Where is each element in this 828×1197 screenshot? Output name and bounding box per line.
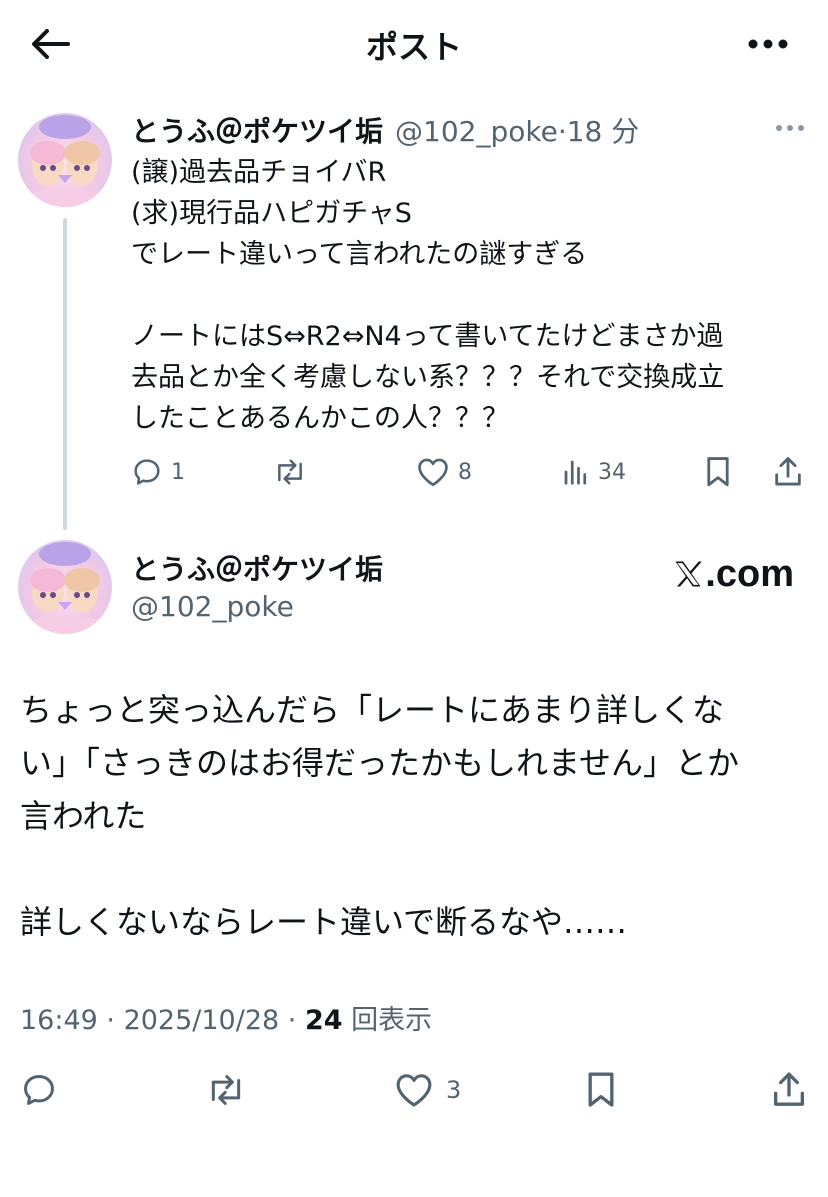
more-options-button[interactable] bbox=[744, 26, 792, 62]
views-count: 24 bbox=[304, 1005, 343, 1036]
reply-post-text: (譲)過去品チョイバR (求)現行品ハピガチャS でレート違いって言われたの謎す… bbox=[131, 152, 811, 439]
post-date[interactable]: 2025/10/28 bbox=[124, 1005, 280, 1036]
post-meta: 16:49 · 2025/10/28 · 24 回表示 bbox=[20, 998, 432, 1037]
separator: · bbox=[557, 115, 567, 148]
repost-icon bbox=[211, 1075, 241, 1105]
repost-icon bbox=[278, 459, 302, 485]
page-title: ポスト bbox=[365, 28, 462, 66]
text-line bbox=[131, 275, 811, 316]
text-line: (譲)過去品チョイバR bbox=[131, 157, 387, 188]
display-name[interactable]: とうふ＠ポケツイ垢 bbox=[131, 110, 383, 150]
more-horizontal-icon bbox=[776, 125, 804, 131]
like-count: 8 bbox=[458, 459, 472, 485]
avatar[interactable] bbox=[18, 113, 112, 207]
text-line: い」「さっきのはお得だったかもしれません」とか bbox=[20, 744, 740, 782]
text-line: 詳しくないならレート違いで断るなや…… bbox=[20, 903, 628, 941]
post-more-button[interactable] bbox=[774, 116, 806, 140]
more-horizontal-icon bbox=[748, 39, 788, 49]
text-line: 去品とか全く考慮しない系？？？それで交換成立 bbox=[131, 362, 725, 393]
meta-separator: · bbox=[279, 1005, 305, 1036]
text-line: したことあるんかこの人？？？ bbox=[131, 403, 509, 434]
handle[interactable]: @102_poke bbox=[395, 115, 558, 148]
avatar[interactable] bbox=[18, 540, 112, 634]
bookmark-button[interactable] bbox=[703, 448, 733, 496]
post-time[interactable]: 16:49 bbox=[20, 1005, 98, 1036]
reply-icon bbox=[24, 1075, 54, 1105]
top-bar: ポスト bbox=[0, 0, 828, 90]
reply-button[interactable]: 1 bbox=[131, 448, 185, 496]
reply-post-header: とうふ＠ポケツイ垢 @102_poke · 18 分 bbox=[131, 110, 639, 148]
text-line: 言われた bbox=[20, 797, 147, 835]
reply-icon bbox=[134, 459, 160, 485]
heart-icon bbox=[396, 1074, 432, 1107]
text-line: ちょっと突っ込んだら「レートにあまり詳しくな bbox=[20, 691, 725, 729]
analytics-icon bbox=[564, 460, 587, 485]
post-time[interactable]: 18 分 bbox=[567, 110, 640, 150]
avatar-image bbox=[18, 540, 112, 634]
share-icon bbox=[774, 1072, 804, 1106]
views-button[interactable]: 34 bbox=[562, 448, 626, 496]
repost-button[interactable] bbox=[272, 448, 316, 496]
handle[interactable]: @102_poke bbox=[131, 590, 294, 623]
reply-count: 1 bbox=[171, 459, 185, 485]
like-button[interactable]: 8 bbox=[416, 448, 472, 496]
reply-button[interactable] bbox=[20, 1064, 58, 1116]
repost-button[interactable] bbox=[204, 1064, 248, 1116]
x-logo-icon bbox=[675, 561, 703, 587]
x-com-source[interactable]: .com bbox=[673, 552, 794, 596]
views-label: 回表示 bbox=[342, 1005, 433, 1036]
like-button[interactable]: 3 bbox=[394, 1064, 461, 1116]
main-post-text: ちょっと突っ込んだら「レートにあまり詳しくな い」「さっきのはお得だったかもしれ… bbox=[20, 684, 810, 949]
heart-icon bbox=[418, 458, 448, 487]
bookmark-icon bbox=[588, 1072, 614, 1107]
share-button[interactable] bbox=[772, 448, 804, 496]
main-post-actions: 3 bbox=[0, 1064, 828, 1116]
reply-post-actions: 1 8 34 bbox=[0, 448, 828, 496]
text-line bbox=[20, 843, 810, 896]
text-line: (求)現行品ハピガチャS bbox=[131, 198, 412, 229]
text-line: ノートにはS⇔R2⇔N4って書いてたけどまさか過 bbox=[131, 321, 724, 352]
avatar-image bbox=[18, 113, 112, 207]
share-button[interactable] bbox=[770, 1064, 808, 1116]
views-count: 34 bbox=[598, 459, 626, 485]
display-name[interactable]: とうふ＠ポケツイ垢 bbox=[131, 548, 383, 588]
meta-separator: · bbox=[97, 1005, 124, 1036]
share-icon bbox=[775, 457, 801, 486]
text-line: でレート違いって言われたの謎すぎる bbox=[131, 239, 588, 270]
like-count: 3 bbox=[446, 1076, 462, 1104]
bookmark-button[interactable] bbox=[584, 1064, 618, 1116]
source-label: .com bbox=[705, 552, 794, 595]
bookmark-icon bbox=[707, 457, 729, 487]
